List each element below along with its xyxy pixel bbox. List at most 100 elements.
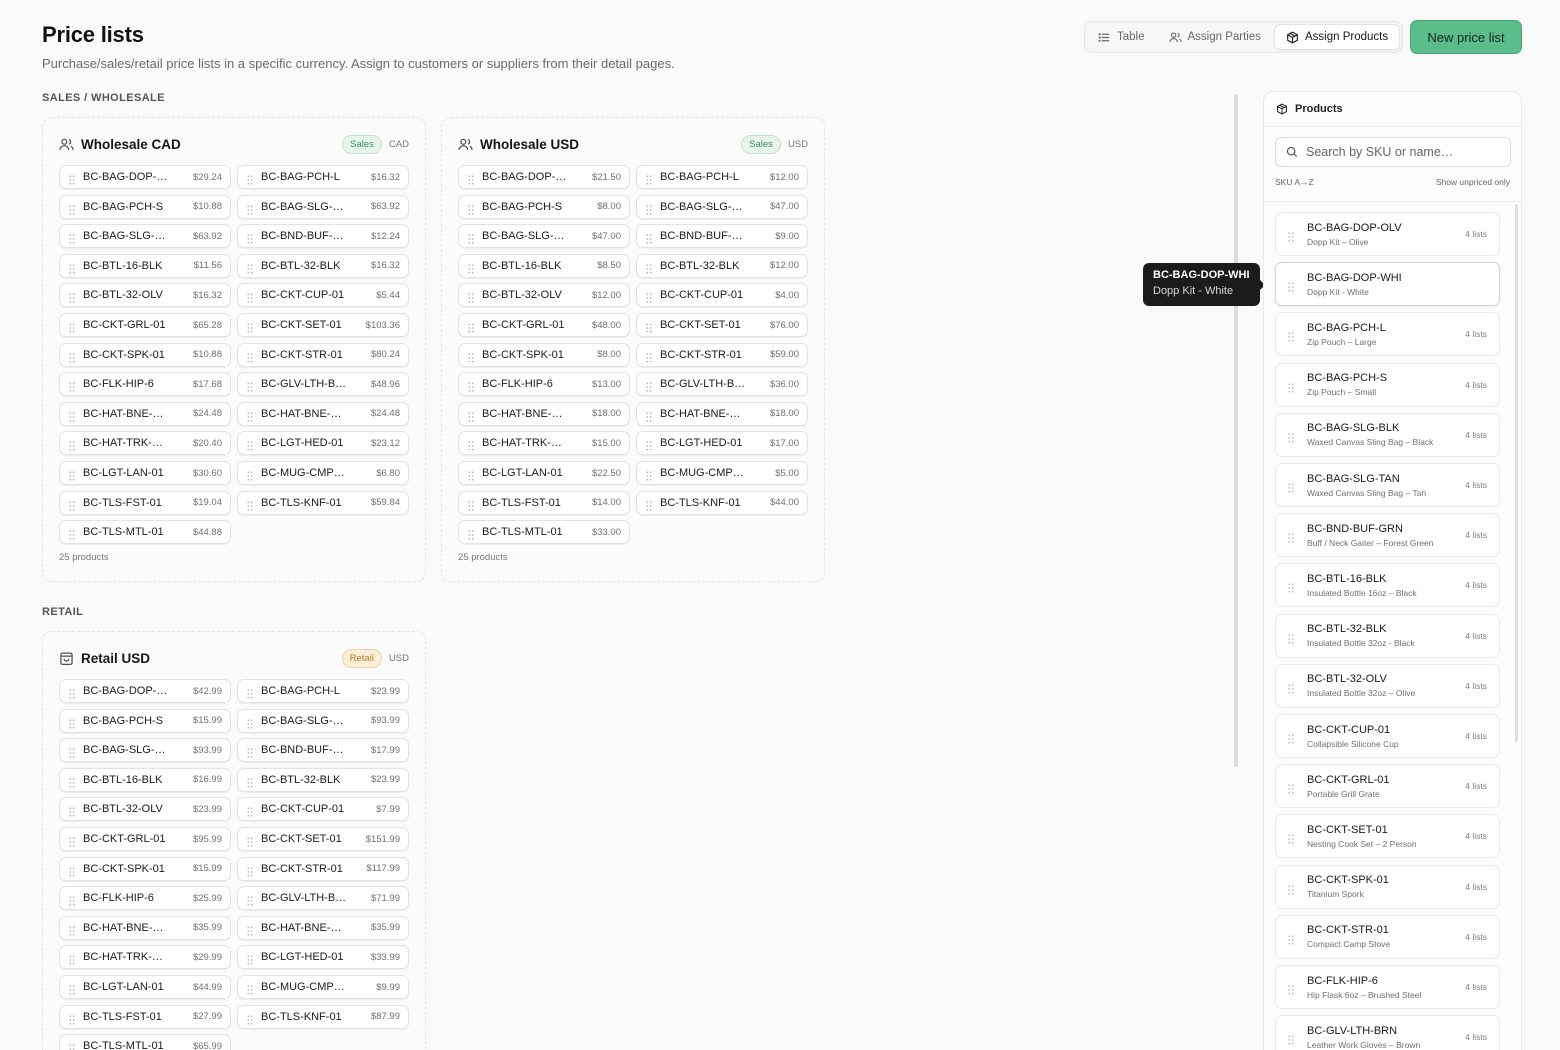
drag-handle-icon[interactable]	[247, 775, 253, 788]
price-list-item[interactable]: BC-CKT-GRL-01 $95.99	[59, 827, 231, 851]
drag-handle-icon[interactable]	[69, 923, 75, 936]
price-list-item[interactable]: BC-TLS-KNF-01 $44.00	[636, 490, 808, 515]
price-list-item[interactable]: BC-BND-BUF-GRN $17.99	[237, 738, 409, 763]
price-list-item[interactable]: BC-BAG-SLG-TAN $47.00	[458, 224, 630, 249]
price-list-item[interactable]: BC-CKT-STR-01 $80.24	[237, 342, 409, 367]
drag-handle-icon[interactable]	[468, 468, 474, 481]
price-list-item[interactable]: BC-BND-BUF-GRN $9.00	[636, 224, 808, 249]
drag-handle-icon[interactable]	[247, 350, 253, 363]
drag-handle-icon[interactable]	[69, 438, 75, 451]
price-list-item[interactable]: BC-HAT-BNE-BLK $35.99	[59, 915, 231, 940]
drag-handle-icon[interactable]	[1288, 430, 1294, 443]
price-list-item[interactable]: BC-BAG-PCH-L $12.00	[636, 165, 808, 189]
product-item[interactable]: BC-BTL-32-OLV Insulated Bottle 32oz – Oli…	[1275, 663, 1500, 708]
price-list-item[interactable]: BC-CKT-STR-01 $59.00	[636, 342, 808, 367]
price-list-item[interactable]: BC-LGT-LAN-01 $22.50	[458, 461, 630, 485]
product-item[interactable]: BC-BND-BUF-GRN Buff / Neck Gaiter – Fores…	[1275, 513, 1500, 558]
drag-handle-icon[interactable]	[1288, 631, 1294, 644]
price-list-item[interactable]: BC-TLS-FST-01 $27.99	[59, 1004, 231, 1029]
product-search[interactable]	[1275, 137, 1511, 167]
price-list-item[interactable]: BC-BAG-SLG-BLK $93.99	[237, 708, 409, 733]
drag-handle-icon[interactable]	[247, 864, 253, 877]
drag-handle-icon[interactable]	[69, 261, 75, 274]
price-list-item[interactable]: BC-CKT-CUP-01 $5.44	[237, 283, 409, 308]
drag-handle-icon[interactable]	[1288, 380, 1294, 393]
price-list-item[interactable]: BC-CKT-CUP-01 $4.00	[636, 283, 808, 308]
price-list-item[interactable]: BC-BND-BUF-GRN $12.24	[237, 224, 409, 249]
price-list-item[interactable]: BC-CKT-SET-01 $103.36	[237, 313, 409, 337]
drag-handle-icon[interactable]	[247, 716, 253, 729]
drag-handle-icon[interactable]	[247, 923, 253, 936]
drag-handle-icon[interactable]	[69, 379, 75, 392]
price-list-item[interactable]: BC-TLS-FST-01 $19.04	[59, 490, 231, 515]
price-list-item[interactable]: BC-BAG-PCH-L $23.99	[237, 679, 409, 703]
drag-handle-icon[interactable]	[468, 290, 474, 303]
drag-handle-icon[interactable]	[646, 468, 652, 481]
drag-handle-icon[interactable]	[1288, 279, 1294, 292]
price-list-item[interactable]: BC-HAT-TRK-KHK $15.00	[458, 431, 630, 456]
price-list-item[interactable]: BC-BAG-SLG-TAN $63.92	[59, 224, 231, 249]
drag-handle-icon[interactable]	[468, 527, 474, 540]
price-list-item[interactable]: BC-MUG-CMP-12 $6.80	[237, 461, 409, 485]
drag-handle-icon[interactable]	[1288, 681, 1294, 694]
drag-handle-icon[interactable]	[1288, 329, 1294, 342]
product-item[interactable]: BC-BAG-SLG-BLK Waxed Canvas Sling Bag – B…	[1275, 412, 1500, 457]
drag-handle-icon[interactable]	[646, 438, 652, 451]
drag-handle-icon[interactable]	[247, 290, 253, 303]
drag-handle-icon[interactable]	[1288, 781, 1294, 794]
price-list-item[interactable]: BC-CKT-SPK-01 $15.99	[59, 856, 231, 881]
drag-handle-icon[interactable]	[247, 804, 253, 817]
drag-handle-icon[interactable]	[646, 231, 652, 244]
drag-handle-icon[interactable]	[468, 202, 474, 215]
drag-handle-icon[interactable]	[1288, 882, 1294, 895]
drag-handle-icon[interactable]	[247, 745, 253, 758]
price-list-item[interactable]: BC-BTL-32-OLV $16.32	[59, 283, 231, 308]
product-item[interactable]: BC-BAG-PCH-L Zip Pouch – Large 4 lists	[1275, 312, 1500, 357]
drag-handle-icon[interactable]	[468, 261, 474, 274]
product-item[interactable]: BC-CKT-GRL-01 Portable Grill Grate 4 lists	[1275, 764, 1500, 809]
price-list-item[interactable]: BC-LGT-LAN-01 $44.99	[59, 975, 231, 999]
price-list-item[interactable]: BC-GLV-LTH-BRN $71.99	[237, 886, 409, 911]
price-list-item[interactable]: BC-HAT-BNE-RED $24.48	[237, 401, 409, 426]
drag-handle-icon[interactable]	[646, 498, 652, 511]
drag-handle-icon[interactable]	[69, 290, 75, 303]
price-list-item[interactable]: BC-HAT-BNE-BLK $18.00	[458, 401, 630, 426]
drag-handle-icon[interactable]	[69, 982, 75, 995]
drag-handle-icon[interactable]	[247, 172, 253, 185]
drag-handle-icon[interactable]	[247, 320, 253, 333]
product-item[interactable]: BC-BTL-32-BLK Insulated Bottle 32oz - Bla…	[1275, 613, 1500, 658]
sort-toggle[interactable]: SKU A→Z	[1275, 177, 1314, 187]
drag-handle-icon[interactable]	[69, 686, 75, 699]
price-list-item[interactable]: BC-TLS-MTL-01 $65.99	[59, 1034, 231, 1050]
drag-handle-icon[interactable]	[247, 1012, 253, 1025]
price-list-item[interactable]: BC-LGT-HED-01 $23.12	[237, 431, 409, 456]
price-list-card[interactable]: Retail USD Retail USD BC-BAG-DOP-OLV $42.99 B…	[42, 631, 426, 1050]
price-list-item[interactable]: BC-BAG-PCH-S $15.99	[59, 708, 231, 733]
drag-handle-icon[interactable]	[69, 1012, 75, 1025]
drag-handle-icon[interactable]	[247, 834, 253, 847]
product-item[interactable]: BC-BAG-DOP-OLV Dopp Kit – Olive 4 lists	[1275, 212, 1500, 256]
drag-handle-icon[interactable]	[247, 231, 253, 244]
drag-handle-icon[interactable]	[247, 982, 253, 995]
price-list-item[interactable]: BC-BAG-PCH-S $8.00	[458, 194, 630, 219]
price-list-item[interactable]: BC-FLK-HIP-6 $17.68	[59, 372, 231, 397]
price-list-item[interactable]: BC-HAT-TRK-KHK $20.40	[59, 431, 231, 456]
drag-handle-icon[interactable]	[468, 379, 474, 392]
drag-handle-icon[interactable]	[69, 716, 75, 729]
product-item[interactable]: BC-BTL-16-BLK Insulated Bottle 16oz – Bla…	[1275, 563, 1500, 608]
price-list-item[interactable]: BC-LGT-LAN-01 $30.60	[59, 461, 231, 485]
drag-handle-icon[interactable]	[247, 498, 253, 511]
drag-handle-icon[interactable]	[1288, 932, 1294, 945]
drag-handle-icon[interactable]	[1288, 580, 1294, 593]
show-unpriced-toggle[interactable]: Show unpriced only	[1436, 177, 1510, 187]
drag-handle-icon[interactable]	[468, 409, 474, 422]
price-list-item[interactable]: BC-BAG-DOP-OLV $42.99	[59, 679, 231, 703]
price-list-item[interactable]: BC-TLS-KNF-01 $87.99	[237, 1004, 409, 1029]
drag-handle-icon[interactable]	[1288, 1032, 1294, 1045]
drag-handle-icon[interactable]	[1288, 480, 1294, 493]
price-list-item[interactable]: BC-BAG-SLG-TAN $93.99	[59, 738, 231, 763]
search-input[interactable]	[1306, 145, 1496, 159]
product-item[interactable]: BC-FLK-HIP-6 Hip Flask 6oz – Brushed Stee…	[1275, 965, 1500, 1009]
drag-handle-icon[interactable]	[69, 1041, 75, 1050]
price-list-item[interactable]: BC-LGT-HED-01 $33.99	[237, 945, 409, 970]
